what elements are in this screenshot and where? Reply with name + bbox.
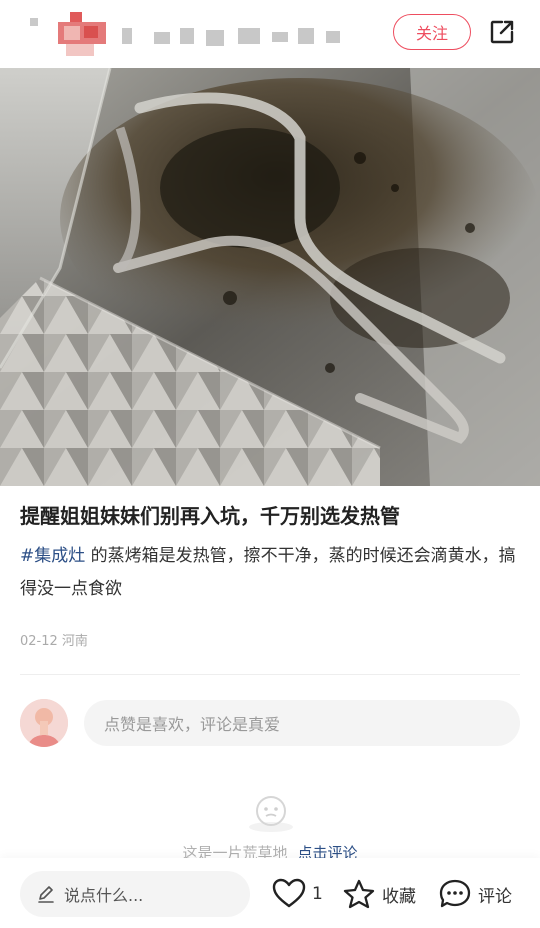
post-title: 提醒姐姐妹妹们别再入坑，千万别选发热管 [20, 504, 400, 528]
post-photo[interactable] [0, 68, 540, 486]
hashtag-link[interactable]: #集成灶 [20, 546, 85, 566]
comment-button[interactable]: 评论 [438, 874, 512, 914]
user-avatar-image [20, 699, 68, 747]
comment-bubble-icon [439, 879, 471, 908]
pencil-icon [38, 886, 54, 903]
top-bar: 关注 [0, 0, 540, 68]
bottom-action-bar: 说点什么... 1 收藏 评论 [0, 858, 540, 928]
star-icon [343, 879, 375, 909]
back-placeholder[interactable] [30, 18, 38, 26]
heart-icon [272, 878, 306, 908]
collect-label: 收藏 [382, 886, 416, 907]
comment-label: 评论 [478, 886, 512, 907]
post-date: 02-12 [20, 634, 58, 649]
share-icon [490, 20, 514, 44]
comment-input[interactable]: 点赞是喜欢，评论是真爱 [84, 700, 520, 746]
post-body-text: 的蒸烤箱是发热管，擦不干净，蒸的时候还会滴黄水，搞得没一点食欲 [20, 546, 516, 599]
like-count: 1 [312, 884, 323, 904]
like-button[interactable]: 1 [272, 874, 323, 914]
current-user-avatar[interactable] [20, 699, 68, 747]
post-body: #集成灶 的蒸烤箱是发热管，擦不干净，蒸的时候还会滴黄水，搞得没一点食欲 [20, 540, 520, 606]
bottom-input-placeholder: 说点什么... [64, 886, 144, 905]
oven-interior-image [0, 68, 540, 486]
divider [20, 674, 520, 675]
bottom-comment-input[interactable]: 说点什么... [20, 871, 250, 917]
author-avatar[interactable] [58, 12, 106, 56]
follow-button[interactable]: 关注 [393, 14, 471, 50]
share-button[interactable] [484, 14, 520, 50]
empty-face-icon [249, 796, 293, 832]
post-meta: 02-12 河南 [20, 630, 88, 649]
collect-button[interactable]: 收藏 [342, 874, 416, 914]
post-location: 河南 [61, 634, 88, 649]
